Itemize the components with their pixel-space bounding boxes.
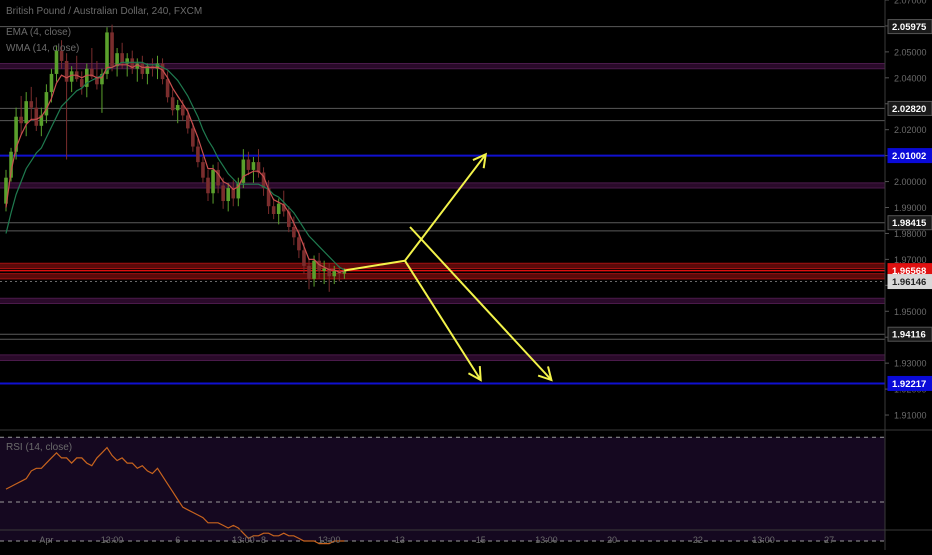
candle-body — [165, 79, 170, 98]
chart-root[interactable]: 60.0045.0040.00 2.070002.060002.050002.0… — [0, 0, 932, 550]
candle-body — [292, 226, 296, 238]
wma-indicator-label: WMA (14, close) — [6, 43, 80, 54]
candle-body — [191, 128, 195, 147]
time-tick-label: 13:00 — [318, 535, 341, 545]
price-label-text: 2.05975 — [892, 22, 927, 33]
time-tick-label: 27 — [824, 535, 834, 545]
candle-body — [312, 260, 316, 279]
price-tick-label: 1.98000 — [894, 229, 927, 239]
candle-body — [297, 237, 301, 251]
price-tick-label: 1.95000 — [894, 307, 927, 317]
zone-band — [0, 263, 885, 269]
time-tick-label: 13:00 — [101, 535, 124, 545]
candle-body — [69, 71, 74, 82]
ema-indicator-label: EMA (4, close) — [6, 27, 72, 38]
candle-body — [206, 177, 210, 194]
time-tick-label: 22 — [693, 535, 703, 545]
candle-body — [110, 32, 114, 67]
price-label-text: 1.94116 — [892, 330, 926, 341]
trade-arrow — [344, 153, 487, 272]
price-label-text: 2.01002 — [892, 151, 926, 162]
candle-body — [79, 79, 84, 87]
candle-body — [49, 73, 54, 93]
price-tick-label: 2.07000 — [894, 0, 927, 6]
candle-body — [34, 107, 39, 126]
rsi-band — [0, 437, 885, 541]
time-tick-label: Apr — [39, 535, 53, 545]
price-tick-label: 2.04000 — [894, 73, 927, 83]
price-label-text: 1.98415 — [892, 218, 927, 229]
candle-body — [226, 188, 230, 202]
candle-body — [186, 115, 190, 129]
zone-band — [0, 298, 885, 304]
candle-body — [276, 203, 281, 214]
candle-body — [175, 105, 180, 111]
candle-body — [322, 268, 326, 272]
price-label-text: 2.02820 — [892, 104, 926, 115]
time-tick-label: 13:00 — [232, 535, 255, 545]
time-tick-label: 13:00 — [535, 535, 558, 545]
time-tick-label: 8 — [261, 535, 266, 545]
rsi-indicator-label: RSI (14, close) — [6, 442, 73, 453]
candle-body — [140, 63, 145, 74]
candle-body — [302, 250, 306, 266]
candle-body — [221, 185, 225, 202]
candle-body — [271, 206, 276, 214]
candle-body — [332, 271, 337, 277]
price-tick-label: 1.91000 — [894, 411, 927, 421]
time-tick-label: 6 — [175, 535, 180, 545]
chart-svg[interactable]: 60.0045.0040.00 2.070002.060002.050002.0… — [0, 0, 932, 550]
candle-body — [307, 265, 311, 279]
price-label-text: 1.96146 — [892, 277, 926, 288]
candle-body — [211, 169, 215, 194]
time-tick-label: 15 — [476, 535, 486, 545]
candle-body — [246, 159, 251, 170]
candle-body — [19, 116, 23, 124]
arrow-head — [467, 365, 482, 382]
price-tick-label: 2.02000 — [894, 125, 927, 135]
candle-body — [201, 162, 205, 178]
candle-body — [54, 50, 59, 74]
zone-band — [0, 354, 885, 361]
zone-band — [0, 273, 885, 279]
time-tick-label: 13:00 — [752, 535, 775, 545]
price-label-text: 1.92217 — [892, 379, 926, 390]
chart-title: British Pound / Australian Dollar, 240, … — [6, 6, 203, 17]
candle-body — [196, 146, 200, 163]
candle-body — [29, 101, 34, 108]
price-tick-label: 1.93000 — [894, 359, 927, 369]
price-tick-label: 2.05000 — [894, 47, 927, 57]
candle-body — [64, 60, 69, 82]
zone-band — [0, 182, 885, 189]
price-tick-label: 1.99000 — [894, 203, 927, 213]
candle-body — [251, 162, 256, 170]
candle-body — [170, 97, 175, 111]
candle-body — [24, 101, 28, 124]
time-tick-label: 20 — [607, 535, 617, 545]
time-tick-label: 13 — [395, 535, 405, 545]
price-tick-label: 2.00000 — [894, 177, 927, 187]
